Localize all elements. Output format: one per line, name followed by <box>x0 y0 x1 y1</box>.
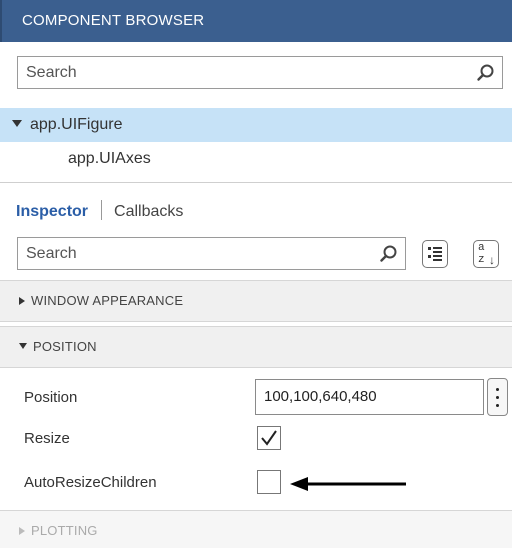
autoresizechildren-checkbox[interactable] <box>257 470 281 494</box>
tree-node-label: app.UIFigure <box>30 116 123 133</box>
sort-az-icon: a z <box>478 242 485 266</box>
checkmark-icon <box>261 430 277 446</box>
section-label: POSITION <box>33 339 97 354</box>
component-tree: app.UIFigure app.UIAxes <box>0 108 512 176</box>
tab-callbacks[interactable]: Callbacks <box>114 203 183 220</box>
tab-separator <box>101 200 103 220</box>
search-icon[interactable] <box>379 244 399 264</box>
expanded-triangle-icon[interactable] <box>19 343 27 349</box>
inspector-tabs: Inspector Callbacks <box>16 200 183 222</box>
autoresizechildren-label: AutoResizeChildren <box>24 474 157 491</box>
sort-alphabetically-button[interactable]: a z ↓ <box>473 240 499 268</box>
categorized-list-icon <box>428 247 442 261</box>
group-by-category-button[interactable] <box>422 240 448 268</box>
inspector-search-input[interactable] <box>18 238 363 269</box>
search-icon[interactable] <box>476 63 496 83</box>
inspector-search-field[interactable] <box>17 237 406 270</box>
collapsed-triangle-icon[interactable] <box>19 297 25 305</box>
tree-node-uiaxes[interactable]: app.UIAxes <box>0 142 512 176</box>
tree-node-uifigure[interactable]: app.UIFigure <box>0 108 512 142</box>
component-search-input[interactable] <box>18 57 458 88</box>
tree-node-label: app.UIAxes <box>68 150 151 167</box>
more-options-button[interactable] <box>487 378 508 416</box>
expand-triangle-icon[interactable] <box>12 120 22 127</box>
section-window-appearance[interactable]: WINDOW APPEARANCE <box>0 280 512 322</box>
position-value-field[interactable]: 100,100,640,480 <box>255 379 484 415</box>
section-label: WINDOW APPEARANCE <box>31 293 184 308</box>
dot <box>496 388 499 391</box>
pointer-arrow-icon <box>290 477 406 491</box>
component-browser-header: COMPONENT BROWSER <box>0 0 512 42</box>
section-label: PLOTTING <box>31 523 98 538</box>
header-title: COMPONENT BROWSER <box>22 12 205 29</box>
component-search-field[interactable] <box>17 56 503 89</box>
resize-checkbox[interactable] <box>257 426 281 450</box>
sort-arrow-icon: ↓ <box>489 253 495 267</box>
section-plotting[interactable]: PLOTTING <box>0 510 512 548</box>
position-label: Position <box>24 389 78 406</box>
divider <box>0 182 512 183</box>
section-position[interactable]: POSITION <box>0 326 512 368</box>
dot <box>496 396 499 399</box>
tab-inspector[interactable]: Inspector <box>16 203 88 220</box>
dot <box>496 404 499 407</box>
resize-label: Resize <box>24 430 70 447</box>
collapsed-triangle-icon[interactable] <box>19 527 25 535</box>
